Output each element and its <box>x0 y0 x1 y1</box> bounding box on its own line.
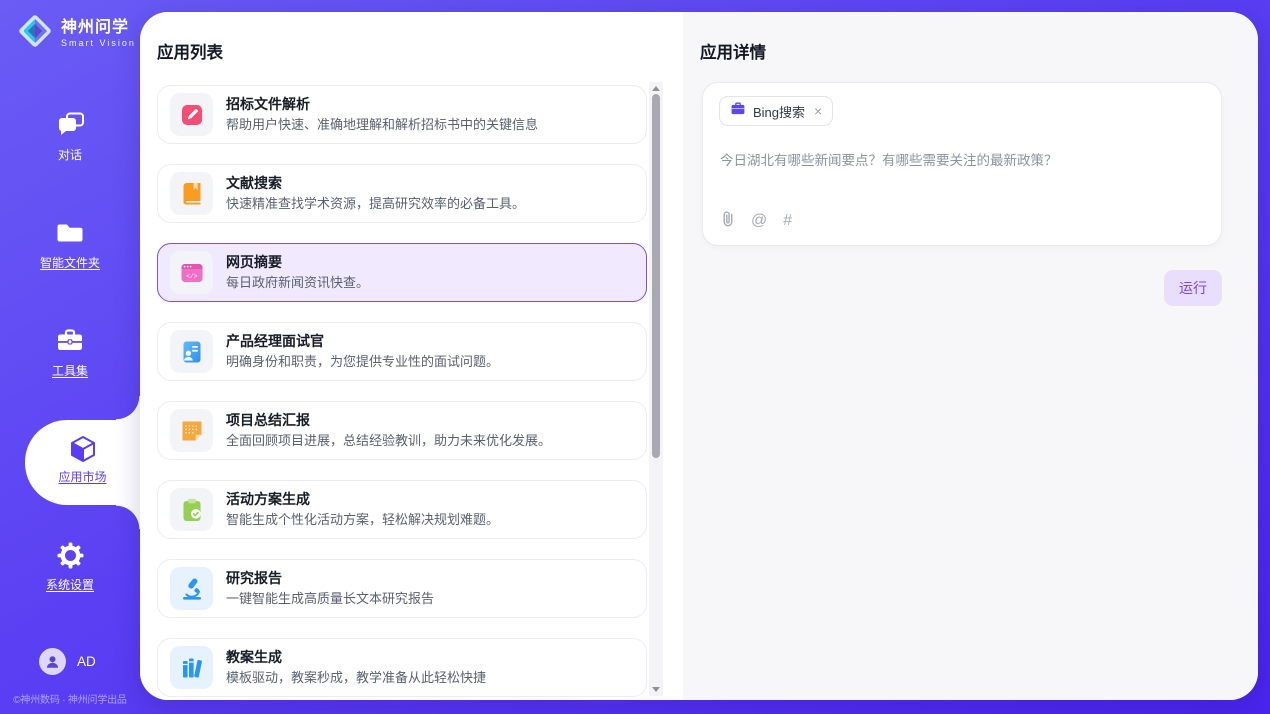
app-card-desc: 智能生成个性化活动方案，轻松解决规划难题。 <box>226 513 499 528</box>
active-tab-notch-top <box>116 396 140 420</box>
app-detail-title: 应用详情 <box>700 39 766 63</box>
app-card-title: 项目总结汇报 <box>226 413 551 427</box>
app-card-desc: 全面回顾项目进展，总结经验教训，助力未来优化发展。 <box>226 434 551 449</box>
active-tab-notch-bottom <box>116 505 140 529</box>
book-icon <box>170 172 213 215</box>
app-card-title: 文献搜索 <box>226 176 525 190</box>
mention-icon[interactable]: @ <box>751 213 767 229</box>
brand-name: 神州问学 <box>61 19 136 37</box>
app-card-desc: 明确身份和职责，为您提供专业性的面试问题。 <box>226 355 499 370</box>
app-card-webpage-summary[interactable]: </> 网页摘要 每日政府新闻资讯快查。 <box>157 243 647 302</box>
sidebar-item-label: 应用市场 <box>58 468 106 485</box>
prompt-text[interactable]: 今日湖北有哪些新闻要点？有哪些需要关注的最新政策？ <box>720 149 1205 169</box>
app-card-title: 活动方案生成 <box>226 492 499 506</box>
app-detail-pane: 应用详情 Bing搜索 × 今日湖北有哪些新闻要点？有哪些需要关注的最新政策？ <box>683 12 1258 700</box>
user-account[interactable]: AD <box>39 648 96 675</box>
composer-toolbar: @ # <box>720 210 792 231</box>
scrollbar-thumb[interactable] <box>652 94 660 458</box>
app-card-desc: 一键智能生成高质量长文本研究报告 <box>226 592 434 607</box>
app-list-scrollbar[interactable] <box>649 82 663 696</box>
sidebar-item-label: 对话 <box>58 146 82 163</box>
app-card-project-summary[interactable]: 项目总结汇报 全面回顾项目进展，总结经验教训，助力未来优化发展。 <box>157 401 647 460</box>
webpage-code-icon: </> <box>170 251 213 294</box>
avatar <box>39 648 66 675</box>
cube-icon <box>25 435 140 463</box>
app-card-desc: 快速精准查找学术资源，提高研究效率的必备工具。 <box>226 197 525 212</box>
microscope-icon <box>170 567 213 610</box>
sidebar-item-chat[interactable]: 对话 <box>0 112 140 164</box>
app-card-literature-search[interactable]: 文献搜索 快速精准查找学术资源，提高研究效率的必备工具。 <box>157 164 647 223</box>
toolbox-icon <box>0 328 140 355</box>
sidebar: 神州问学 Smart Vision 对话 智能文件夹 <box>0 0 140 714</box>
sidebar-item-toolset[interactable]: 工具集 <box>0 328 140 380</box>
prompt-composer: Bing搜索 × 今日湖北有哪些新闻要点？有哪些需要关注的最新政策？ @ # <box>702 82 1222 246</box>
user-name: AD <box>77 654 96 669</box>
edit-square-icon <box>170 93 213 136</box>
app-card-lesson-plan[interactable]: 教案生成 模板驱动，教案秒成，教学准备从此轻松快捷 <box>157 638 647 697</box>
svg-text:</>: </> <box>186 273 198 280</box>
brand-subtitle: Smart Vision <box>61 38 136 48</box>
interviewer-doc-icon <box>170 330 213 373</box>
app-card-tender-analysis[interactable]: 招标文件解析 帮助用户快速、准确地理解和解析招标书中的关键信息 <box>157 85 647 144</box>
hash-icon[interactable]: # <box>783 213 792 229</box>
books-icon <box>170 646 213 689</box>
sidebar-item-label: 系统设置 <box>46 576 94 593</box>
sidebar-item-smart-folder[interactable]: 智能文件夹 <box>0 220 140 272</box>
app-card-title: 招标文件解析 <box>226 97 538 111</box>
app-card-list: 招标文件解析 帮助用户快速、准确地理解和解析招标书中的关键信息 文献搜索 快 <box>157 85 647 698</box>
clipboard-check-icon <box>170 488 213 531</box>
attachment-icon[interactable] <box>720 210 735 231</box>
brand-logo: 神州问学 Smart Vision <box>16 12 136 55</box>
app-card-title: 产品经理面试官 <box>226 334 499 348</box>
scroll-up-icon[interactable] <box>652 86 660 91</box>
run-button[interactable]: 运行 <box>1164 270 1222 306</box>
chat-icon <box>0 112 140 139</box>
main-panel: 应用列表 招标文件解析 帮助用户快速、准确地理解和解析招标书中的关键信息 <box>140 12 1258 700</box>
briefcase-icon <box>730 101 746 121</box>
app-card-activity-plan[interactable]: 活动方案生成 智能生成个性化活动方案，轻松解决规划难题。 <box>157 480 647 539</box>
note-icon <box>170 409 213 452</box>
app-card-title: 网页摘要 <box>226 255 369 269</box>
app-card-title: 教案生成 <box>226 650 486 664</box>
gear-icon <box>0 542 140 569</box>
copyright-footer: ©神州数码 · 神州问学出品 <box>0 691 140 706</box>
app-list-title: 应用列表 <box>157 39 223 63</box>
app-card-pm-interviewer[interactable]: 产品经理面试官 明确身份和职责，为您提供专业性的面试问题。 <box>157 322 647 381</box>
sidebar-item-settings[interactable]: 系统设置 <box>0 542 140 594</box>
folder-icon <box>0 220 140 247</box>
tool-chip-label: Bing搜索 <box>753 102 805 121</box>
sidebar-item-label: 工具集 <box>52 362 88 379</box>
sidebar-item-app-market[interactable]: 应用市场 <box>25 420 140 505</box>
close-icon[interactable]: × <box>814 104 822 118</box>
app-list-pane: 应用列表 招标文件解析 帮助用户快速、准确地理解和解析招标书中的关键信息 <box>140 12 683 700</box>
app-card-desc: 模板驱动，教案秒成，教学准备从此轻松快捷 <box>226 671 486 686</box>
app-card-desc: 帮助用户快速、准确地理解和解析招标书中的关键信息 <box>226 118 538 133</box>
sidebar-item-label: 智能文件夹 <box>40 254 100 271</box>
app-card-desc: 每日政府新闻资讯快查。 <box>226 276 369 291</box>
diamond-logo-icon <box>16 12 54 55</box>
scroll-down-icon[interactable] <box>652 687 660 692</box>
app-card-title: 研究报告 <box>226 571 434 585</box>
run-row: 运行 <box>702 270 1222 306</box>
app-card-research-report[interactable]: 研究报告 一键智能生成高质量长文本研究报告 <box>157 559 647 618</box>
tool-chip-bing-search: Bing搜索 × <box>719 96 833 126</box>
